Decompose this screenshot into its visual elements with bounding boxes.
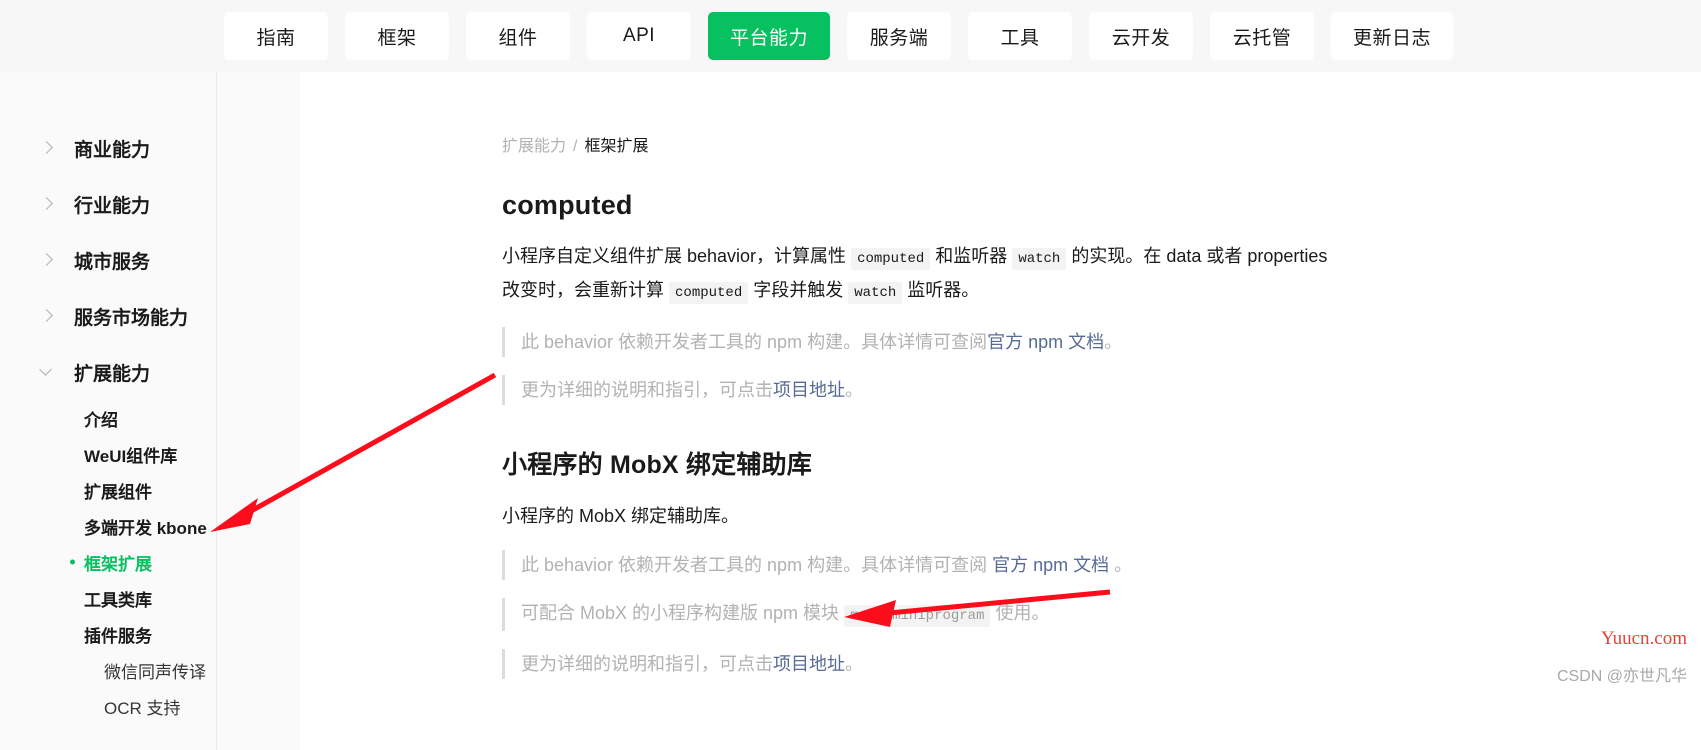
quote-text: 。	[845, 654, 863, 674]
top-navigation-bar: 指南 框架 组件 API 平台能力 服务端 工具 云开发 云托管 更新日志	[0, 0, 1701, 72]
inline-code-watch: watch	[848, 282, 903, 304]
nav-item-framework[interactable]: 框架	[345, 12, 449, 60]
sidebar-item-kbone[interactable]: 多端开发 kbone	[0, 508, 300, 544]
chevron-right-icon	[40, 253, 54, 267]
nav-item-guide[interactable]: 指南	[224, 12, 328, 60]
nav-item-api[interactable]: API	[587, 12, 691, 60]
sidebar-group-label: 服务市场能力	[74, 307, 189, 329]
note-project-address: 更为详细的说明和指引，可点击项目地址。	[502, 375, 1602, 405]
main-content: 扩展能力 / 框架扩展 computed 小程序自定义组件扩展 behavior，计…	[502, 72, 1602, 679]
nav-item-server[interactable]: 服务端	[847, 12, 952, 60]
note-mobx-npm-build: 此 behavior 依赖开发者工具的 npm 构建。具体详情可查阅 官方 np…	[502, 550, 1602, 580]
watermark-csdn-author: CSDN @亦世凡华	[1556, 668, 1687, 685]
sidebar-item-label: 多端开发 kbone	[84, 518, 207, 538]
note-npm-build: 此 behavior 依赖开发者工具的 npm 构建。具体详情可查阅官方 npm…	[502, 327, 1602, 357]
nav-item-changelog[interactable]: 更新日志	[1331, 12, 1454, 60]
sidebar-group-city-service[interactable]: 城市服务	[0, 232, 300, 288]
sidebar-item-label: 扩展组件	[84, 482, 152, 502]
sidebar-item-framework-extension[interactable]: 框架扩展	[0, 544, 300, 580]
sidebar: 商业能力 行业能力 城市服务 服务市场能力 扩展能力 介绍 WeUI组件库 扩展…	[0, 72, 300, 750]
link-official-npm-doc[interactable]: 官方 npm 文档	[992, 555, 1109, 575]
quote-text: 。	[1104, 332, 1123, 352]
nav-item-label: 更新日志	[1353, 27, 1432, 49]
sidebar-item-weui[interactable]: WeUI组件库	[0, 436, 300, 472]
sidebar-item-ocr-support[interactable]: OCR 支持	[0, 688, 300, 724]
computed-description-paragraph: 小程序自定义组件扩展 behavior，计算属性 computed 和监听器 w…	[502, 241, 1332, 309]
breadcrumb-separator: /	[573, 138, 578, 155]
nav-item-label: 云开发	[1111, 27, 1171, 49]
sidebar-group-service-market[interactable]: 服务市场能力	[0, 288, 300, 344]
sidebar-item-label: 插件服务	[84, 626, 152, 646]
sidebar-item-label: WeUI组件库	[84, 446, 178, 466]
nav-item-components[interactable]: 组件	[466, 12, 570, 60]
para-text: 字段并触发	[753, 280, 844, 300]
section-title-mobx: 小程序的 MobX 绑定辅助库	[502, 451, 812, 479]
sidebar-group-business[interactable]: 商业能力	[0, 120, 300, 176]
watermark-site: Yuucn.com	[1600, 628, 1687, 649]
quote-text: 此 behavior 依赖开发者工具的 npm 构建。具体详情可查阅	[521, 332, 988, 352]
quote-text: 使用。	[995, 603, 1050, 623]
quote-text: 。	[845, 380, 863, 400]
para-text: 小程序自定义组件扩展 behavior，计算属性	[502, 246, 847, 266]
nav-item-label: 指南	[256, 27, 296, 49]
link-project-address[interactable]: 项目地址	[773, 654, 845, 674]
nav-item-label: 服务端	[869, 27, 929, 49]
nav-item-label: 组件	[498, 27, 538, 49]
sidebar-item-intro[interactable]: 介绍	[0, 400, 300, 436]
breadcrumb-parent[interactable]: 扩展能力	[502, 138, 566, 155]
sidebar-item-label: 微信同声传译	[104, 662, 206, 682]
page-root: 指南 框架 组件 API 平台能力 服务端 工具 云开发 云托管 更新日志 商业…	[0, 0, 1701, 750]
nav-item-label: 平台能力	[730, 27, 809, 49]
nav-item-label: API	[622, 25, 656, 46]
para-text: 和监听器	[935, 246, 1008, 266]
sidebar-group-label: 行业能力	[74, 195, 151, 217]
chevron-down-icon	[40, 365, 54, 379]
nav-item-cloud-hosting[interactable]: 云托管	[1210, 12, 1315, 60]
quote-text: 更为详细的说明和指引，可点击	[521, 654, 773, 674]
sidebar-group-label: 扩展能力	[74, 363, 151, 385]
sidebar-item-extension-components[interactable]: 扩展组件	[0, 472, 300, 508]
nav-item-tools[interactable]: 工具	[968, 12, 1073, 60]
sidebar-item-label: 框架扩展	[84, 554, 152, 574]
page-title: computed	[502, 190, 633, 220]
note-mobx-project-address: 更为详细的说明和指引，可点击项目地址。	[502, 649, 1602, 679]
quote-text: 可配合 MobX 的小程序构建版 npm 模块	[521, 603, 840, 623]
quote-text: 更为详细的说明和指引，可点击	[521, 380, 773, 400]
sidebar-item-tool-library[interactable]: 工具类库	[0, 580, 300, 616]
sidebar-item-label: 介绍	[84, 410, 118, 430]
nav-item-cloud-dev[interactable]: 云开发	[1089, 12, 1194, 60]
sidebar-divider	[216, 72, 217, 750]
sidebar-group-extension[interactable]: 扩展能力	[0, 344, 300, 400]
inline-code-mobx-miniprogram: mobx-miniprogram	[844, 605, 991, 627]
mobx-description-paragraph: 小程序的 MobX 绑定辅助库。	[502, 506, 740, 526]
sidebar-group-label: 商业能力	[74, 139, 151, 161]
breadcrumb-current: 框架扩展	[584, 138, 649, 155]
link-official-npm-doc[interactable]: 官方 npm 文档	[987, 332, 1104, 352]
sidebar-item-simultaneous-interpretation[interactable]: 微信同声传译	[0, 652, 300, 688]
breadcrumb: 扩展能力 / 框架扩展	[502, 132, 1602, 156]
sidebar-item-label: 工具类库	[84, 590, 152, 610]
nav-item-label: 框架	[377, 27, 417, 49]
sidebar-item-label: OCR 支持	[104, 698, 181, 718]
nav-item-label: 云托管	[1232, 27, 1292, 49]
chevron-right-icon	[40, 197, 54, 211]
para-text: 监听器。	[907, 280, 980, 300]
inline-code-computed: computed	[851, 248, 931, 270]
inline-code-watch: watch	[1012, 248, 1067, 270]
sidebar-item-plugin-service[interactable]: 插件服务	[0, 616, 300, 652]
quote-text: 此 behavior 依赖开发者工具的 npm 构建。具体详情可查阅	[521, 555, 993, 575]
sidebar-group-label: 城市服务	[74, 251, 151, 273]
sidebar-group-industry[interactable]: 行业能力	[0, 176, 300, 232]
link-project-address[interactable]: 项目地址	[773, 380, 845, 400]
nav-item-label: 工具	[1000, 27, 1040, 49]
inline-code-computed: computed	[669, 282, 749, 304]
nav-item-platform-capability[interactable]: 平台能力	[708, 12, 831, 60]
quote-text: 。	[1109, 555, 1133, 575]
note-mobx-miniprogram-module: 可配合 MobX 的小程序构建版 npm 模块 mobx-miniprogram…	[502, 598, 1602, 631]
chevron-right-icon	[40, 309, 54, 323]
active-bullet-icon	[70, 559, 75, 565]
chevron-right-icon	[40, 141, 54, 155]
